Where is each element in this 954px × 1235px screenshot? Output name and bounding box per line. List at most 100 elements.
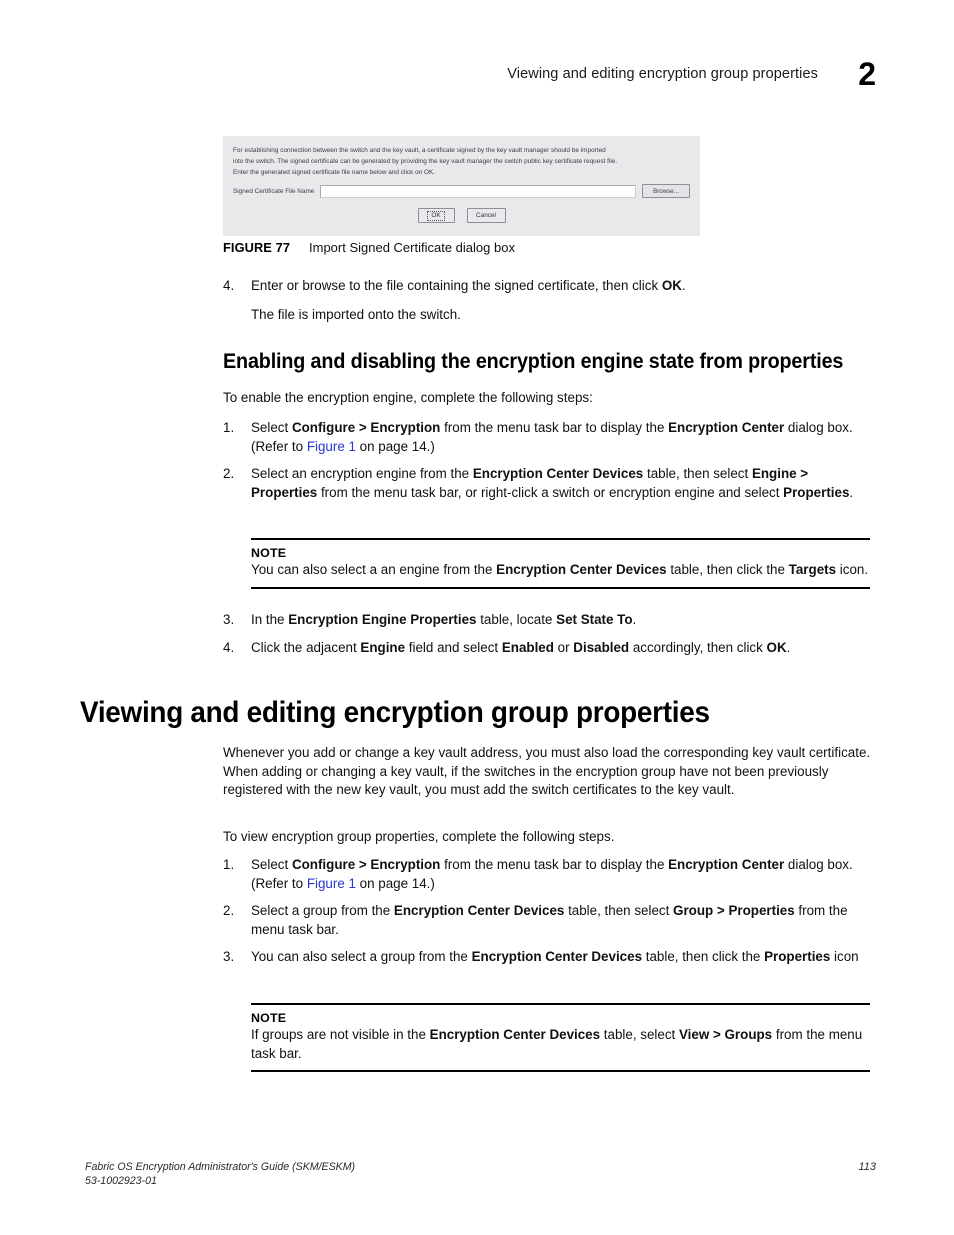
step-number: 3. bbox=[223, 612, 235, 627]
ok-button[interactable]: OK bbox=[417, 208, 455, 223]
step-text-part: or bbox=[553, 639, 574, 655]
step-text-bold: Properties bbox=[764, 949, 831, 965]
step-text-part: from the menu task bar to display the bbox=[440, 857, 669, 872]
step-text-part: from the menu task bar to display the bbox=[440, 420, 669, 435]
step-text: Select Configure > Encryption from the m… bbox=[251, 856, 883, 893]
step-text-bold: Set State To bbox=[556, 612, 633, 627]
list-item: 1. Select Configure > Encryption from th… bbox=[223, 856, 883, 893]
step-text-bold: Encryption Center Devices bbox=[472, 466, 644, 482]
step-text-bold: Encryption Center bbox=[668, 420, 785, 435]
note-text: You can also select a an engine from the… bbox=[251, 561, 870, 580]
step-text-part: from the menu task bar, or right-click a… bbox=[317, 484, 784, 500]
cancel-button[interactable]: Cancel bbox=[466, 208, 506, 223]
note-text-bold: Encryption Center Devices bbox=[496, 562, 667, 577]
signed-certificate-file-name-label: Signed Certificate File Name bbox=[233, 187, 315, 195]
dialog-instruction-line-1: For establishing connection between the … bbox=[233, 147, 606, 154]
note-text-part: icon. bbox=[836, 562, 869, 577]
running-header: Viewing and editing encryption group pro… bbox=[507, 58, 876, 90]
step-text-bold: Encryption Center Devices bbox=[393, 903, 565, 919]
dialog-button-row: OK Cancel bbox=[223, 208, 700, 223]
step-text-bold: Engine bbox=[360, 639, 406, 655]
step-number: 3. bbox=[223, 949, 235, 965]
list-item: 4. Click the adjacent Engine field and s… bbox=[223, 639, 875, 658]
dialog-instruction-line-3: Enter the generated signed certificate f… bbox=[233, 169, 436, 177]
step-number: 2. bbox=[223, 466, 235, 482]
document-page: Viewing and editing encryption group pro… bbox=[0, 0, 954, 1235]
step-text-part: Select an encryption engine from the bbox=[251, 466, 473, 482]
engine-state-steps-1-2: 1. Select Configure > Encryption from th… bbox=[223, 419, 875, 511]
step-text-part: . bbox=[681, 278, 686, 293]
dialog-instructions: For establishing connection between the … bbox=[223, 136, 700, 179]
list-item: 4. Enter or browse to the file containin… bbox=[223, 277, 873, 296]
step-text: Click the adjacent Engine field and sele… bbox=[251, 639, 790, 658]
step-text-part: field and select bbox=[405, 639, 502, 655]
chapter-number: 2 bbox=[858, 56, 876, 92]
note-text-bold: View > Groups bbox=[678, 1027, 773, 1042]
browse-button[interactable]: Browse... bbox=[642, 184, 690, 198]
figure-import-signed-certificate-dialog: For establishing connection between the … bbox=[223, 136, 700, 236]
step-text-bold: OK bbox=[661, 278, 682, 293]
step-number: 1. bbox=[223, 420, 235, 435]
figure-1-crossreference-link[interactable]: Figure 1 bbox=[307, 876, 356, 891]
step-text-bold: Configure > Encryption bbox=[291, 420, 441, 435]
page-footer: Fabric OS Encryption Administrator's Gui… bbox=[85, 1160, 876, 1188]
figure-title: Import Signed Certificate dialog box bbox=[309, 240, 515, 255]
step-text-part: table, then select bbox=[643, 466, 752, 482]
list-item: 2. Select a group from the Encryption Ce… bbox=[223, 902, 883, 939]
list-item: 3. In the Encryption Engine Properties t… bbox=[223, 611, 875, 630]
step-text-part: Select bbox=[251, 420, 292, 435]
step-text: In the Encryption Engine Properties tabl… bbox=[251, 611, 636, 630]
ok-button-label: OK bbox=[427, 210, 445, 221]
signed-certificate-file-name-input[interactable] bbox=[320, 184, 636, 198]
group-properties-paragraph: Whenever you add or change a key vault a… bbox=[223, 745, 871, 798]
list-item-result: The file is imported onto the switch. bbox=[223, 306, 873, 325]
note-text-part: If groups are not visible in the bbox=[251, 1027, 430, 1042]
step-text-part: Select bbox=[251, 857, 292, 872]
group-properties-steps: 1. Select Configure > Encryption from th… bbox=[223, 856, 883, 976]
engine-state-steps-3-4: 3. In the Encryption Engine Properties t… bbox=[223, 611, 875, 666]
footer-document-title: Fabric OS Encryption Administrator's Gui… bbox=[85, 1161, 356, 1173]
step-text-part: Select a group from the bbox=[251, 903, 394, 919]
step-text: Select Configure > Encryption from the m… bbox=[251, 419, 875, 456]
list-item: 1. Select Configure > Encryption from th… bbox=[223, 419, 875, 456]
step-text-bold: Encryption Center bbox=[668, 857, 785, 872]
step-text: Enter or browse to the file containing t… bbox=[251, 277, 686, 296]
step-text-part: . bbox=[786, 639, 791, 655]
note-text-part: table, select bbox=[600, 1027, 679, 1042]
step-text-bold: OK bbox=[766, 639, 787, 655]
step-text-part: You can also select a group from the bbox=[251, 949, 472, 965]
step-text-bold: Encryption Engine Properties bbox=[288, 612, 477, 627]
step-text: You can also select a group from the Enc… bbox=[251, 948, 859, 967]
note-label: NOTE bbox=[251, 1011, 287, 1025]
note-label: NOTE bbox=[251, 546, 287, 560]
step-text-bold: Enabled bbox=[501, 639, 554, 655]
footer-document-number: 53-1002923-01 bbox=[85, 1175, 157, 1187]
step-number: 4. bbox=[223, 278, 235, 293]
step-text-part: . bbox=[632, 612, 637, 627]
engine-state-intro: To enable the encryption engine, complet… bbox=[223, 390, 593, 405]
step-text-part: . bbox=[849, 484, 854, 500]
note-targets-icon: NOTE You can also select a an engine fro… bbox=[251, 538, 870, 589]
list-item: 3. You can also select a group from the … bbox=[223, 948, 883, 967]
signed-certificate-file-name-row: Signed Certificate File Name Browse... bbox=[233, 184, 690, 198]
step-text-part: on page 14.) bbox=[355, 875, 435, 891]
step-number: 2. bbox=[223, 903, 235, 919]
figure-1-crossreference-link[interactable]: Figure 1 bbox=[307, 439, 356, 454]
step-text-part: table, then select bbox=[564, 903, 674, 919]
step-result-text: The file is imported onto the switch. bbox=[251, 306, 461, 322]
step-text-bold: Properties bbox=[783, 484, 850, 500]
note-text-part: You can also select a an engine from the bbox=[251, 562, 497, 577]
dialog-instruction-line-2: into the switch. The signed certificate … bbox=[233, 158, 618, 166]
list-item: 2. Select an encryption engine from the … bbox=[223, 465, 875, 502]
step-text-part: icon bbox=[830, 949, 859, 965]
step-text-bold: Group > Properties bbox=[673, 903, 795, 919]
step-text-bold: Configure > Encryption bbox=[291, 857, 441, 872]
figure-caption: FIGURE 77 Import Signed Certificate dial… bbox=[223, 240, 515, 255]
footer-page-number: 113 bbox=[858, 1161, 876, 1173]
step-number: 4. bbox=[223, 639, 235, 655]
step-text-bold: Disabled bbox=[573, 639, 630, 655]
step-text: Select an encryption engine from the Enc… bbox=[251, 465, 875, 502]
step-text-bold: Encryption Center Devices bbox=[471, 949, 643, 965]
section-heading-group-properties: Viewing and editing encryption group pro… bbox=[80, 696, 710, 729]
step-text-part: table, then click the bbox=[642, 949, 765, 965]
